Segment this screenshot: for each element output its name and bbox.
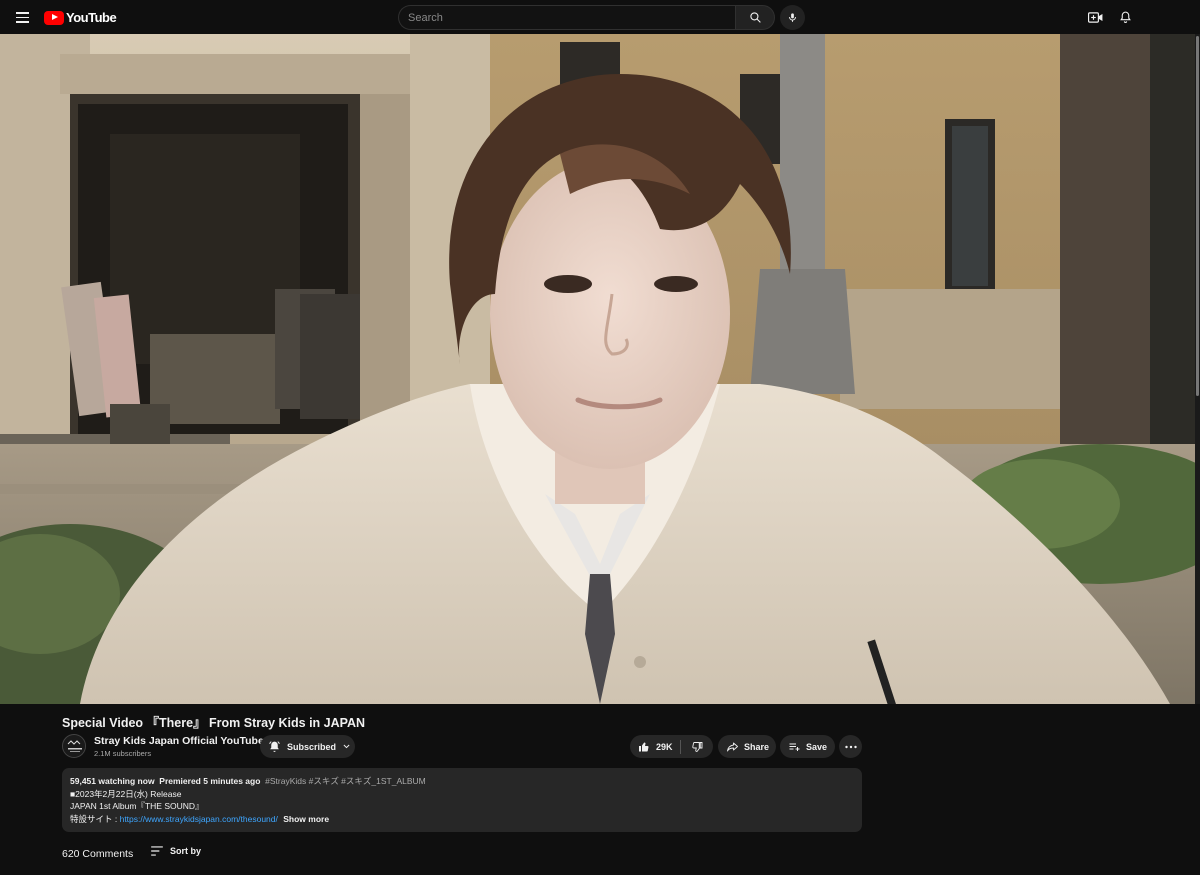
notifications-button[interactable]	[1114, 6, 1136, 28]
page-scrollbar[interactable]	[1195, 34, 1200, 704]
playlist-add-icon	[789, 743, 800, 751]
more-horizontal-icon	[844, 745, 857, 748]
search-bar	[398, 5, 775, 30]
website-label: 特設サイト :	[70, 813, 120, 824]
thumb-up-icon	[639, 742, 649, 752]
website-line: 特設サイト : https://www.straykidsjapan.com/t…	[70, 813, 854, 826]
description-meta-line: 59,451 watching now Premiered 5 minutes …	[70, 775, 854, 788]
show-more-button[interactable]: Show more	[283, 814, 329, 824]
channel-avatar[interactable]	[62, 734, 86, 758]
create-button[interactable]	[1084, 6, 1106, 28]
bell-ring-icon	[269, 741, 280, 752]
logo-text: YouTube	[66, 10, 117, 25]
subscribed-button[interactable]: Subscribed	[260, 735, 355, 758]
channel-name[interactable]: Stray Kids Japan Official YouTube	[94, 735, 264, 747]
save-label: Save	[806, 741, 828, 752]
share-label: Share	[744, 741, 770, 752]
search-icon	[749, 12, 761, 23]
search-input[interactable]	[398, 5, 735, 30]
album-line: JAPAN 1st Album『THE SOUND』	[70, 801, 204, 811]
hashtags[interactable]: #StrayKids #スキズ #スキズ_1ST_ALBUM	[265, 776, 426, 786]
website-link[interactable]: https://www.straykidsjapan.com/thesound/	[120, 814, 278, 824]
like-count: 29K	[656, 741, 673, 752]
share-icon	[727, 742, 738, 751]
like-dislike-group: 29K	[630, 735, 713, 758]
subscribed-label: Subscribed	[287, 741, 337, 752]
video-title: Special Video 『There』 From Stray Kids in…	[62, 716, 366, 730]
premiered-time: Premiered 5 minutes ago	[159, 776, 261, 786]
description-box[interactable]: 59,451 watching now Premiered 5 minutes …	[62, 768, 862, 832]
like-button[interactable]: 29K	[630, 735, 680, 758]
chevron-down-icon	[343, 744, 350, 749]
sort-by-button[interactable]: Sort by	[150, 845, 201, 857]
thumb-down-icon	[692, 741, 703, 752]
comments-count: 620 Comments	[62, 848, 134, 860]
mic-icon	[789, 13, 796, 22]
youtube-logo-icon	[44, 10, 64, 25]
share-button[interactable]: Share	[718, 735, 776, 758]
release-line: ■2023年2月22日(水) Release	[70, 788, 182, 799]
menu-icon	[16, 12, 29, 14]
more-actions-button[interactable]	[839, 735, 862, 758]
create-video-icon	[1087, 11, 1102, 23]
search-button[interactable]	[735, 5, 775, 30]
youtube-logo[interactable]: YouTube	[44, 10, 117, 25]
sort-icon	[151, 846, 163, 856]
scrollbar-thumb[interactable]	[1196, 36, 1199, 396]
video-player[interactable]	[0, 34, 1195, 704]
top-bar: YouTube	[0, 0, 1200, 34]
sort-by-label: Sort by	[170, 846, 202, 856]
video-frame	[0, 34, 1195, 704]
watching-count: 59,451 watching now	[70, 776, 155, 786]
channel-logo-icon	[63, 735, 85, 757]
voice-search-button[interactable]	[780, 5, 805, 30]
save-button[interactable]: Save	[780, 735, 835, 758]
subscriber-count: 2.1M subscribers	[94, 749, 152, 758]
bell-icon	[1119, 11, 1131, 23]
menu-button[interactable]	[12, 7, 34, 27]
dislike-button[interactable]	[681, 735, 713, 758]
